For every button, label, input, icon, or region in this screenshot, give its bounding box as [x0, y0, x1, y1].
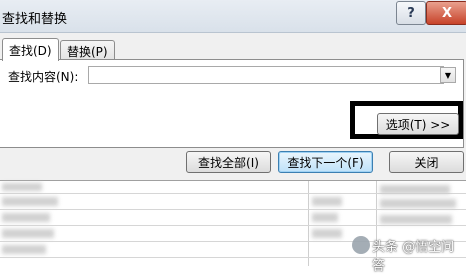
watermark-logo-icon: [352, 236, 370, 254]
chevron-down-icon: ▼: [444, 70, 452, 80]
blurred-cell: [312, 197, 342, 206]
options-button[interactable]: 选项(T) >>: [377, 113, 459, 135]
blurred-cell: [312, 213, 338, 222]
grid-row-line: [0, 225, 466, 226]
title-bar[interactable]: 查找和替换 ? X: [0, 0, 466, 33]
grid-row-line: [0, 209, 466, 210]
find-all-button[interactable]: 查找全部(I): [186, 151, 271, 173]
find-replace-dialog: 查找和替换 ? X 替换(P) 查找(D) 查找内容(N): ▼ 选项(T) >…: [0, 0, 466, 181]
tab-find[interactable]: 查找(D): [2, 38, 59, 61]
blurred-cell: [380, 185, 450, 194]
blurred-cell: [380, 215, 452, 224]
dialog-title: 查找和替换: [2, 12, 68, 27]
find-what-label: 查找内容(N):: [8, 70, 79, 84]
blurred-cell: [312, 229, 342, 238]
find-history-dropdown[interactable]: ▼: [440, 67, 456, 83]
blurred-cell: [2, 229, 54, 238]
blurred-cell: [380, 199, 456, 208]
blurred-cell: [2, 213, 50, 222]
watermark-text: 头条 @悟空问答: [372, 240, 455, 274]
blurred-cell: [2, 183, 42, 191]
blurred-cell: [2, 197, 58, 206]
window-close-button[interactable]: X: [426, 1, 466, 25]
find-next-button[interactable]: 查找下一个(F): [278, 151, 373, 173]
help-button[interactable]: ?: [396, 1, 426, 25]
find-what-input[interactable]: [88, 66, 444, 84]
close-button[interactable]: 关闭: [389, 151, 464, 173]
tab-replace[interactable]: 替换(P): [60, 40, 115, 61]
blurred-cell: [2, 245, 46, 254]
